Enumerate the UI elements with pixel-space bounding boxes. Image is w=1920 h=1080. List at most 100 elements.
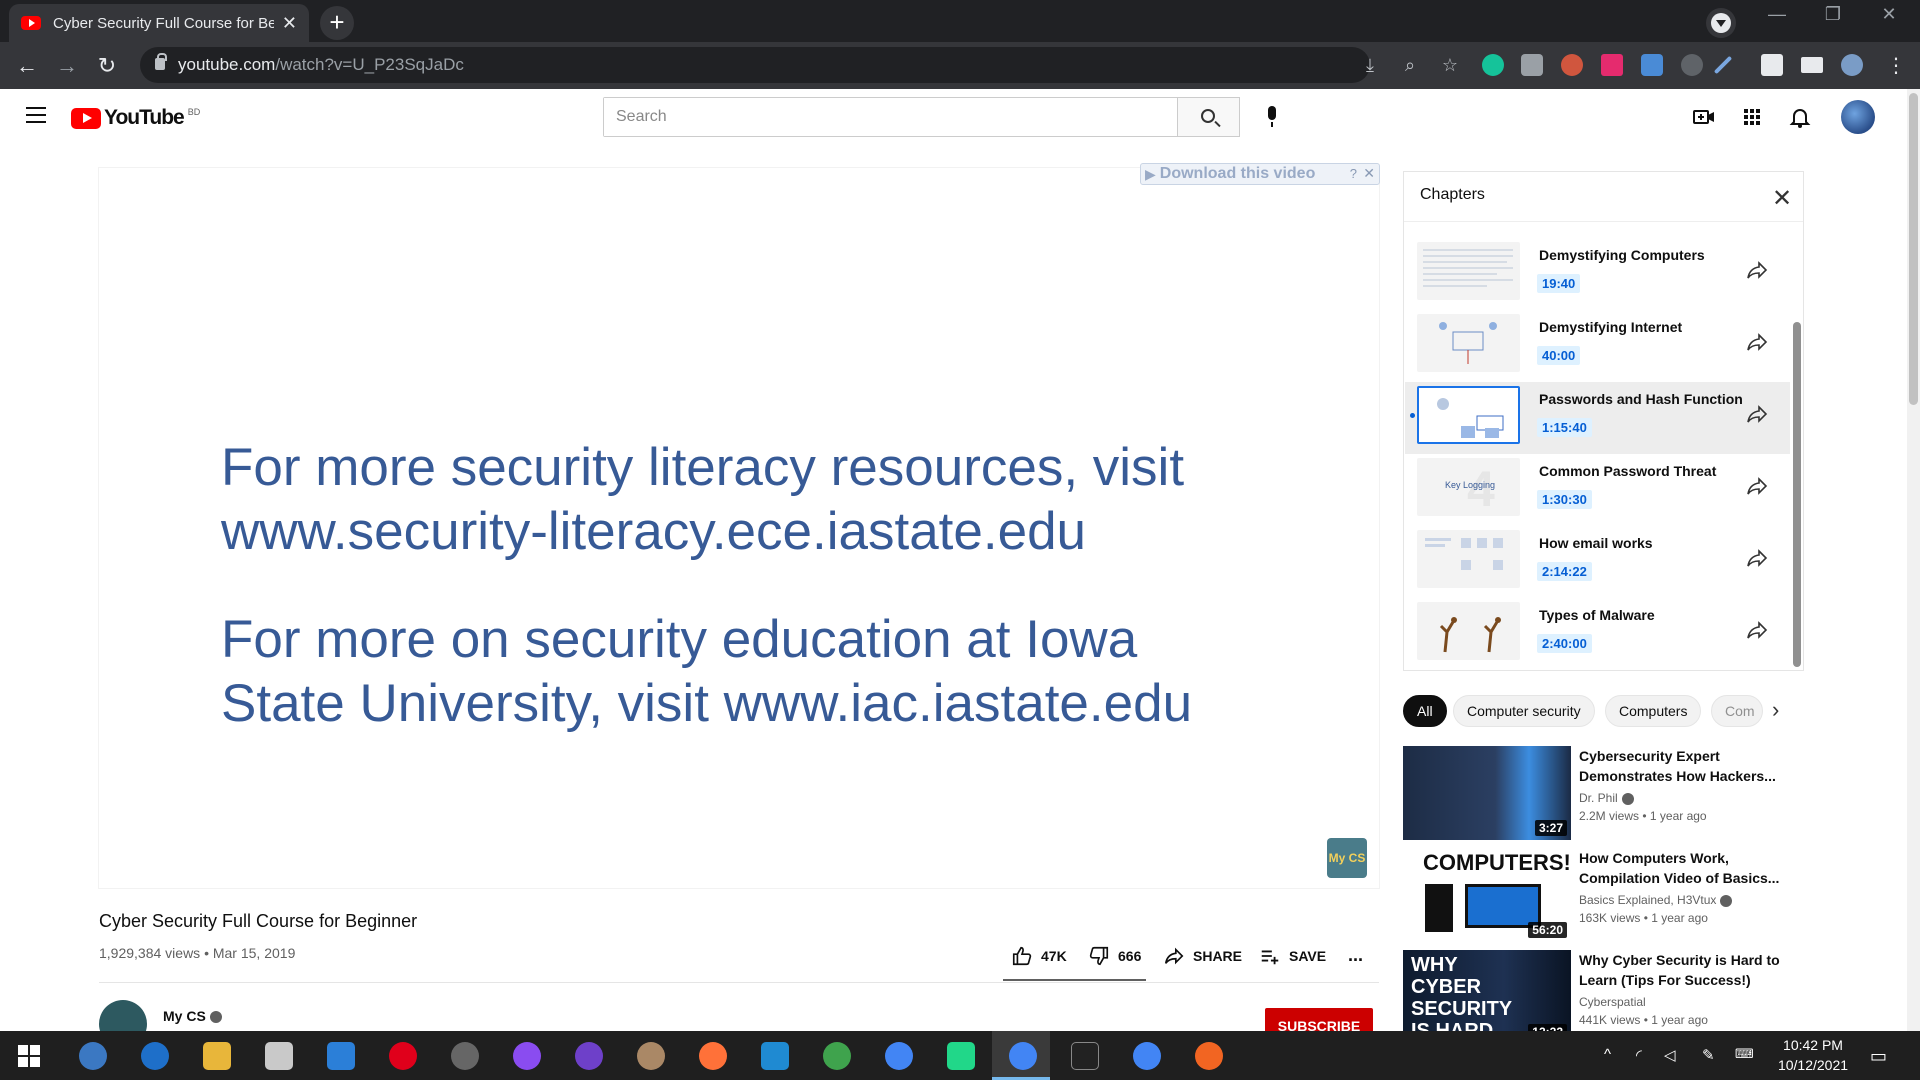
video-player[interactable]: For more security literacy resources, vi… [99, 168, 1379, 888]
guide-menu-icon[interactable] [26, 107, 46, 123]
back-button[interactable]: ← [11, 50, 43, 82]
chrome-profile-avatar[interactable] [1841, 54, 1863, 76]
chapter-share-icon[interactable] [1745, 546, 1771, 570]
wifi-icon[interactable]: ◜ [1636, 1046, 1642, 1064]
recommended-video[interactable]: 3:27 Cybersecurity Expert Demonstrates H… [1403, 746, 1883, 840]
chapter-item[interactable]: Demystifying Internet 40:00 [1405, 310, 1790, 382]
pen-icon[interactable]: ✎ [1702, 1046, 1715, 1064]
help-icon[interactable]: ? [1350, 166, 1357, 181]
chapter-timestamp[interactable]: 1:30:30 [1537, 490, 1592, 509]
notifications-bell-icon[interactable] [1788, 105, 1812, 129]
pycharm-icon[interactable] [947, 1042, 975, 1070]
grammarly-extension-icon[interactable] [1482, 54, 1504, 76]
like-button[interactable]: 47K [1011, 945, 1067, 967]
chevron-up-icon[interactable]: ^ [1604, 1046, 1611, 1063]
camera-extension-icon[interactable] [1521, 54, 1543, 76]
chapter-share-icon[interactable] [1745, 330, 1771, 354]
dislike-button[interactable]: 666 [1088, 945, 1141, 967]
messenger-icon[interactable] [513, 1042, 541, 1070]
paint-icon[interactable] [637, 1042, 665, 1070]
channel-name[interactable]: My CS [163, 1008, 222, 1024]
chip-computer-security[interactable]: Computer security [1453, 695, 1595, 727]
volume-icon[interactable]: ◁ [1664, 1046, 1676, 1064]
chrome-menu-icon[interactable]: ⋮ [1880, 50, 1912, 82]
mail-icon[interactable] [327, 1042, 355, 1070]
reading-list-icon[interactable] [1801, 57, 1823, 73]
pen-extension-icon[interactable] [1713, 55, 1733, 75]
qbittorrent-icon[interactable] [79, 1042, 107, 1070]
chapter-timestamp[interactable]: 1:15:40 [1537, 418, 1592, 437]
chapter-timestamp[interactable]: 19:40 [1537, 274, 1581, 293]
chapter-item[interactable]: 4 Key Logging Common Password Threat 1:3… [1405, 454, 1790, 526]
tab-close-icon[interactable]: ✕ [282, 13, 297, 34]
app-icon[interactable] [823, 1042, 851, 1070]
chrome-profile-menu-icon[interactable] [1706, 8, 1736, 38]
notification-center-icon[interactable]: ▭ [1870, 1046, 1887, 1067]
page-scrollbar-thumb[interactable] [1909, 93, 1918, 405]
voice-search-icon[interactable] [1258, 103, 1286, 131]
chapter-item[interactable]: Types of Malware 2:40:00 [1405, 598, 1790, 670]
player-extension-icon[interactable] [1601, 54, 1623, 76]
firefox-icon[interactable] [699, 1042, 727, 1070]
share-button[interactable]: SHARE [1163, 945, 1242, 967]
recommended-video[interactable]: WHY CYBER SECURITY IS HARD 12:22 Why Cyb… [1403, 950, 1883, 1044]
zoom-icon[interactable]: ⌕ [1399, 54, 1421, 76]
file-explorer-icon[interactable] [203, 1042, 231, 1070]
forward-button[interactable]: → [51, 50, 83, 82]
chrome-active-icon[interactable] [1009, 1042, 1037, 1070]
close-chapters-icon[interactable]: ✕ [1772, 184, 1792, 213]
chapter-item[interactable]: How email works 2:14:22 [1405, 526, 1790, 598]
chapter-timestamp[interactable]: 40:00 [1537, 346, 1581, 365]
download-extension-icon[interactable] [1641, 54, 1663, 76]
search-input[interactable] [604, 98, 1239, 136]
chapters-scrollbar[interactable] [1793, 322, 1801, 667]
github-desktop-icon[interactable] [575, 1042, 603, 1070]
chapter-share-icon[interactable] [1745, 618, 1771, 642]
app-icon[interactable] [1195, 1042, 1223, 1070]
browser-tab-active[interactable]: Cyber Security Full Course for Beginner … [9, 4, 309, 42]
minimize-window-button[interactable]: — [1750, 4, 1804, 25]
reload-button[interactable]: ↻ [91, 50, 123, 82]
chip-all[interactable]: All [1403, 695, 1447, 727]
extension-icon[interactable] [1561, 54, 1583, 76]
store-icon[interactable] [265, 1042, 293, 1070]
address-bar[interactable]: youtube.com/watch?v=U_P23SqJaDc ⤓ ⌕ ☆ [140, 47, 1458, 83]
chapter-timestamp[interactable]: 2:14:22 [1537, 562, 1592, 581]
create-video-icon[interactable] [1692, 105, 1716, 129]
account-avatar[interactable] [1841, 100, 1875, 134]
recommended-video[interactable]: COMPUTERS! 56:20 How Computers Work, Com… [1403, 848, 1883, 942]
terminal-icon[interactable] [1071, 1042, 1099, 1070]
opera-icon[interactable] [389, 1042, 417, 1070]
vscode-icon[interactable] [761, 1042, 789, 1070]
search-button[interactable] [1177, 97, 1240, 137]
link-extension-icon[interactable] [1681, 54, 1703, 76]
chapter-item[interactable]: Demystifying Computers 19:40 [1405, 238, 1790, 310]
youtube-logo[interactable]: YouTube BD [71, 106, 200, 130]
channel-watermark[interactable]: My CS [1327, 838, 1367, 878]
chrome-profile-icon[interactable] [1133, 1042, 1161, 1070]
new-tab-button[interactable]: + [320, 6, 354, 40]
chapter-share-icon[interactable] [1745, 258, 1771, 282]
save-button[interactable]: SAVE [1259, 945, 1326, 967]
chapter-share-icon[interactable] [1745, 474, 1771, 498]
taskbar-clock[interactable]: 10:42 PM 10/12/2021 [1768, 1035, 1858, 1075]
chapter-item-active[interactable]: Passwords and Hash Function 1:15:40 [1405, 382, 1790, 454]
chrome-icon[interactable] [885, 1042, 913, 1070]
chevron-right-icon[interactable]: › [1772, 697, 1779, 723]
chapter-timestamp[interactable]: 2:40:00 [1537, 634, 1592, 653]
install-app-icon[interactable]: ⤓ [1359, 54, 1381, 76]
page-scrollbar[interactable] [1907, 89, 1920, 1031]
edge-icon[interactable] [141, 1042, 169, 1070]
more-actions-button[interactable]: ... [1348, 945, 1363, 966]
app-icon[interactable] [451, 1042, 479, 1070]
restore-window-button[interactable]: ❐ [1806, 4, 1860, 25]
chapter-share-icon[interactable] [1745, 402, 1771, 426]
extensions-puzzle-icon[interactable] [1761, 54, 1783, 76]
chip-more[interactable]: Com [1711, 695, 1763, 727]
close-window-button[interactable]: ✕ [1862, 4, 1916, 25]
windows-start-icon[interactable] [18, 1045, 40, 1067]
download-video-bar[interactable]: ▶ Download this video ? ✕ [1140, 163, 1380, 185]
close-icon[interactable]: ✕ [1363, 165, 1375, 182]
apps-grid-icon[interactable] [1740, 105, 1764, 129]
keyboard-icon[interactable]: ⌨ [1735, 1046, 1754, 1062]
